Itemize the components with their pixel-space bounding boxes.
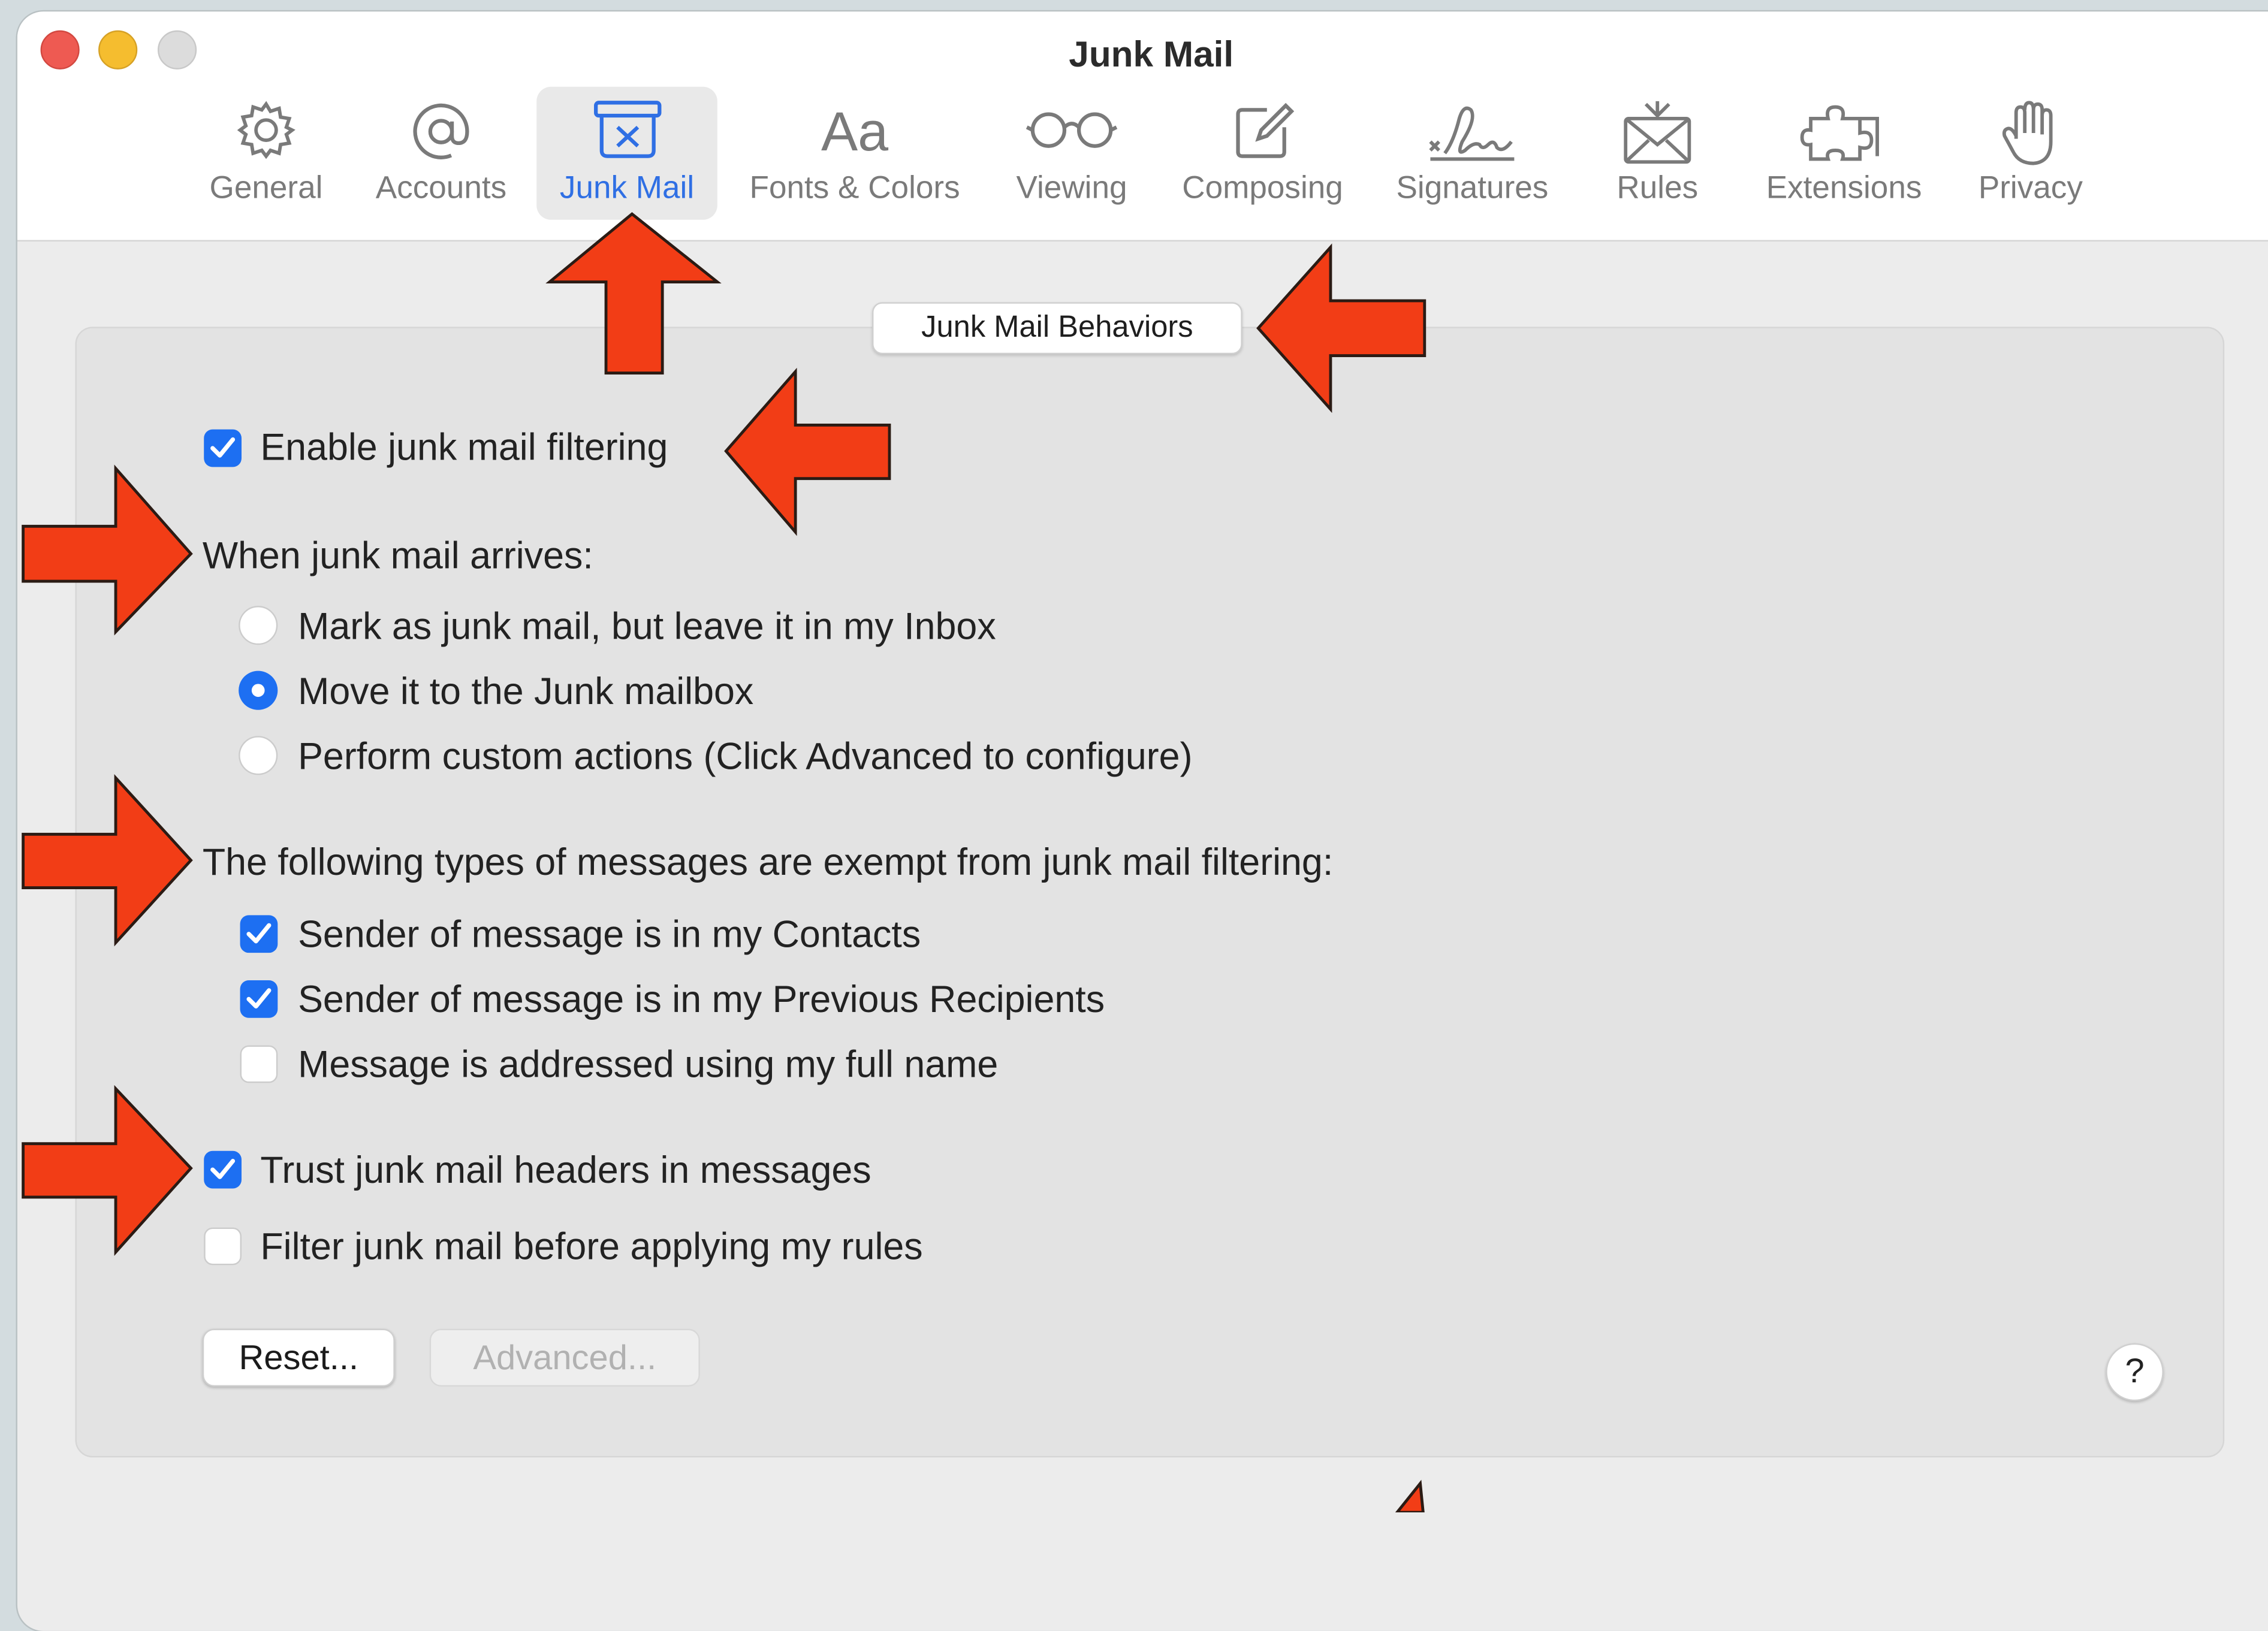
tab-signatures-label: Signatures [1396, 169, 1549, 206]
filter-before-rules-checkbox[interactable] [204, 1227, 242, 1265]
radio-move-to-junk[interactable] [239, 670, 278, 710]
exempt-full-name-checkbox[interactable] [240, 1045, 278, 1083]
trust-headers-checkbox[interactable] [204, 1150, 242, 1189]
at-sign-icon [413, 103, 469, 159]
trust-headers-label: Trust junk mail headers in messages [260, 1147, 871, 1192]
tab-extensions-label: Extensions [1766, 169, 1922, 206]
tab-signatures[interactable]: Signatures [1383, 87, 1562, 220]
exempt-full-name-label: Message is addressed using my full name [298, 1042, 999, 1086]
tab-privacy[interactable]: Privacy [1967, 87, 2094, 220]
tab-fonts-colors[interactable]: Aa Fonts & Colors [732, 87, 978, 220]
radio-custom-actions[interactable] [239, 736, 278, 775]
group-title-junk-mail-behaviors: Junk Mail Behaviors [872, 302, 1242, 355]
tab-composing-label: Composing [1182, 169, 1343, 206]
preferences-window: Junk Mail General Accounts Junk Mail Aa … [17, 11, 2268, 1631]
tab-fonts-colors-label: Fonts & Colors [749, 169, 960, 206]
tab-junk-mail-label: Junk Mail [559, 169, 695, 206]
tab-composing[interactable]: Composing [1166, 87, 1359, 220]
radio-mark-as-junk[interactable] [239, 606, 278, 645]
checkmark-icon [210, 1159, 236, 1179]
hand-icon [2002, 101, 2053, 165]
tab-rules-label: Rules [1616, 169, 1699, 206]
exempt-previous-recipients-label: Sender of message is in my Previous Reci… [298, 977, 1105, 1021]
tab-accounts[interactable]: Accounts [358, 87, 523, 220]
radio-custom-actions-label: Perform custom actions (Click Advanced t… [298, 734, 1193, 778]
tab-extensions[interactable]: Extensions [1750, 87, 1938, 220]
compose-icon [1236, 102, 1295, 158]
checkmark-icon [246, 923, 272, 944]
exempt-contacts-label: Sender of message is in my Contacts [298, 912, 921, 956]
exempt-heading: The following types of messages are exem… [202, 839, 1334, 884]
junk-bin-icon [593, 101, 661, 158]
envelope-rules-icon [1624, 101, 1691, 164]
checkmark-icon [246, 988, 272, 1009]
tab-viewing-label: Viewing [1016, 169, 1127, 206]
enable-junk-filtering-checkbox[interactable] [204, 429, 242, 467]
arrives-heading: When junk mail arrives: [202, 533, 593, 577]
exempt-contacts-checkbox[interactable] [240, 915, 278, 953]
filter-before-rules-label: Filter junk mail before applying my rule… [260, 1224, 923, 1268]
text-aa-icon: Aa [821, 101, 888, 159]
tab-accounts-label: Accounts [375, 169, 507, 206]
radio-mark-as-junk-label: Mark as junk mail, but leave it in my In… [298, 604, 996, 648]
tab-junk-mail[interactable]: Junk Mail [536, 86, 717, 220]
signature-icon [1429, 106, 1515, 161]
exempt-previous-recipients-checkbox[interactable] [240, 980, 278, 1018]
window-title: Junk Mail [1069, 34, 1234, 75]
advanced-button[interactable]: Advanced... [429, 1328, 700, 1387]
tab-rules[interactable]: Rules [1594, 87, 1721, 220]
tab-general[interactable]: General [191, 87, 342, 220]
help-button[interactable]: ? [2106, 1343, 2164, 1402]
titlebar: Junk Mail General Accounts Junk Mail Aa … [17, 11, 2268, 241]
tab-privacy-label: Privacy [1978, 169, 2083, 206]
tab-viewing[interactable]: Viewing [1001, 87, 1142, 220]
junk-mail-behaviors-panel [75, 327, 2225, 1458]
svg-text:Aa: Aa [821, 101, 888, 159]
enable-junk-filtering-label: Enable junk mail filtering [260, 425, 668, 469]
glasses-icon [1026, 112, 1118, 148]
tab-general-label: General [209, 169, 323, 206]
reset-button[interactable]: Reset... [202, 1328, 395, 1387]
radio-move-to-junk-label: Move it to the Junk mailbox [298, 669, 754, 713]
checkmark-icon [210, 437, 236, 458]
puzzle-icon [1800, 105, 1879, 161]
gear-icon [237, 101, 295, 159]
